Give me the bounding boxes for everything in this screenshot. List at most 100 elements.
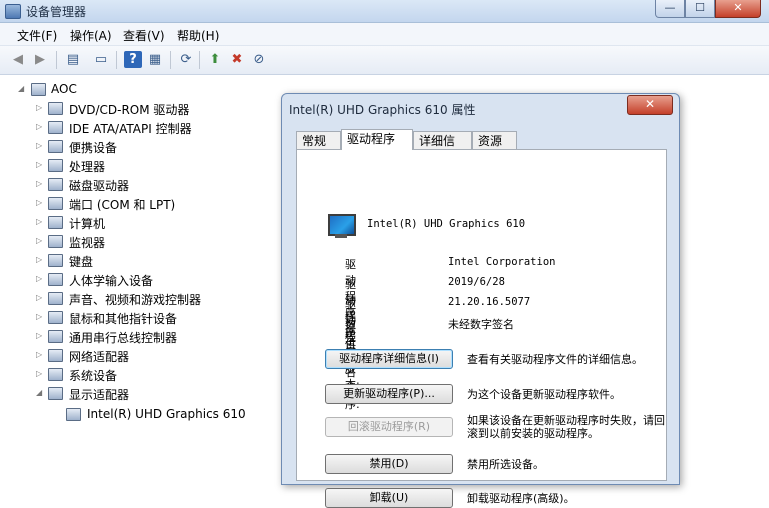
- speaker-icon: [48, 292, 63, 305]
- dvd-drive-icon: [48, 102, 63, 115]
- menu-help[interactable]: 帮助(H): [177, 27, 219, 44]
- display-adapter-icon: [66, 408, 81, 421]
- tab-details[interactable]: 详细信息: [413, 131, 472, 166]
- expand-arrow-icon[interactable]: ▷: [36, 141, 44, 151]
- portable-device-icon: [48, 140, 63, 153]
- tree-item-label: 计算机: [69, 217, 106, 231]
- port-icon: [48, 197, 63, 210]
- window-title: 设备管理器: [26, 5, 87, 19]
- tree-item-label: IDE ATA/ATAPI 控制器: [69, 122, 192, 136]
- expand-arrow-icon[interactable]: ▷: [36, 217, 44, 227]
- tree-item-label: 系统设备: [69, 369, 118, 383]
- tree-root-label: AOC: [51, 82, 77, 96]
- tree-item-label: 鼠标和其他指针设备: [69, 312, 178, 326]
- expand-arrow-icon[interactable]: ▷: [36, 160, 44, 170]
- tab-resources[interactable]: 资源: [472, 131, 517, 149]
- help-icon[interactable]: ?: [124, 51, 142, 68]
- maximize-button[interactable]: ☐: [685, 0, 715, 18]
- expand-arrow-icon[interactable]: ▷: [36, 255, 44, 265]
- properties-dialog: Intel(R) UHD Graphics 610 属性 ✕ 常规 驱动程序 详…: [281, 93, 680, 508]
- hid-icon: [48, 273, 63, 286]
- tree-item-label: 处理器: [69, 160, 106, 174]
- collapse-arrow-icon[interactable]: ◢: [18, 84, 26, 94]
- tree-item-label: 声音、视频和游戏控制器: [69, 293, 202, 307]
- usb-icon: [48, 330, 63, 343]
- scan-hardware-icon[interactable]: ⟳: [177, 51, 195, 68]
- uninstall-button[interactable]: 卸载(U): [325, 488, 453, 508]
- network-adapter-icon: [48, 349, 63, 362]
- rollback-driver-button: 回滚驱动程序(R): [325, 417, 453, 437]
- info-value: Intel Corporation: [448, 256, 556, 268]
- device-tree: ◢ AOC ▷ DVD/CD-ROM 驱动器 ▷ IDE ATA/ATAPI 控…: [0, 75, 280, 468]
- dialog-title: Intel(R) UHD Graphics 610 属性: [289, 103, 476, 117]
- uninstall-icon[interactable]: ✖: [228, 51, 246, 68]
- menu-bar: 文件(F) 操作(A) 查看(V) 帮助(H): [0, 23, 769, 46]
- toolbar-separator: [116, 51, 117, 69]
- update-driver-desc: 为这个设备更新驱动程序软件。: [467, 388, 621, 401]
- processor-icon: [48, 159, 63, 172]
- expand-arrow-icon[interactable]: ▷: [36, 179, 44, 189]
- expand-arrow-icon[interactable]: ▷: [36, 312, 44, 322]
- display-adapter-icon: [328, 214, 356, 236]
- collapse-arrow-icon[interactable]: ◢: [36, 388, 44, 398]
- close-button[interactable]: ✕: [715, 0, 761, 18]
- device-name: Intel(R) UHD Graphics 610: [367, 218, 526, 230]
- tree-item-label: DVD/CD-ROM 驱动器: [69, 103, 190, 117]
- tab-general[interactable]: 常规: [296, 131, 341, 149]
- tree-item-label: 端口 (COM 和 LPT): [69, 198, 176, 212]
- menu-view[interactable]: 查看(V): [123, 27, 165, 44]
- expand-arrow-icon[interactable]: ▷: [36, 122, 44, 132]
- info-value: 2019/6/28: [448, 276, 505, 288]
- disable-device-icon[interactable]: ⊘: [250, 51, 268, 68]
- toolbar-separator: [199, 51, 200, 69]
- tab-driver[interactable]: 驱动程序: [341, 129, 413, 150]
- title-bar: 设备管理器 — ☐ ✕: [0, 0, 769, 23]
- expand-arrow-icon[interactable]: ▷: [36, 236, 44, 246]
- disk-drive-icon: [48, 178, 63, 191]
- tree-item-label: 网络适配器: [69, 350, 130, 364]
- properties-icon[interactable]: ▭: [92, 51, 110, 68]
- keyboard-icon: [48, 254, 63, 267]
- uninstall-desc: 卸载驱动程序(高级)。: [467, 492, 575, 505]
- toolbar-separator: [56, 51, 57, 69]
- expand-arrow-icon[interactable]: ▷: [36, 198, 44, 208]
- disable-desc: 禁用所选设备。: [467, 458, 544, 471]
- expand-arrow-icon[interactable]: ▷: [36, 274, 44, 284]
- show-hide-tree-icon[interactable]: ▤: [64, 51, 82, 68]
- expand-arrow-icon[interactable]: ▷: [36, 103, 44, 113]
- tree-item-label: Intel(R) UHD Graphics 610: [87, 407, 246, 421]
- driver-details-button[interactable]: 驱动程序详细信息(I): [325, 349, 453, 369]
- driver-panel: Intel(R) UHD Graphics 610 驱动程序提供商: Intel…: [296, 149, 667, 508]
- dialog-close-button[interactable]: ✕: [627, 95, 673, 115]
- expand-arrow-icon[interactable]: ▷: [36, 350, 44, 360]
- menu-action[interactable]: 操作(A): [70, 27, 112, 44]
- tree-item-label: 监视器: [69, 236, 106, 250]
- expand-arrow-icon[interactable]: ▷: [36, 369, 44, 379]
- info-value: 未经数字签名: [448, 318, 514, 331]
- toolbar: ◀ ▶ ▤ ▭ ? ▦ ⟳ ⬆ ✖ ⊘: [0, 46, 769, 75]
- info-value: 21.20.16.5077: [448, 296, 531, 308]
- tree-item-label: 通用串行总线控制器: [69, 331, 178, 345]
- driver-details-desc: 查看有关驱动程序文件的详细信息。: [467, 353, 643, 366]
- view-icon[interactable]: ▦: [146, 51, 164, 68]
- disable-button[interactable]: 禁用(D): [325, 454, 453, 474]
- back-icon[interactable]: ◀: [9, 51, 27, 68]
- rollback-driver-desc: 如果该设备在更新驱动程序时失败，请回滚到以前安装的驱动程序。: [467, 414, 665, 440]
- tree-item-label: 人体学输入设备: [69, 274, 154, 288]
- minimize-button[interactable]: —: [655, 0, 685, 18]
- forward-icon[interactable]: ▶: [31, 51, 49, 68]
- mouse-icon: [48, 311, 63, 324]
- update-driver-icon[interactable]: ⬆: [206, 51, 224, 68]
- toolbar-separator: [170, 51, 171, 69]
- monitor-icon: [48, 235, 63, 248]
- system-device-icon: [48, 368, 63, 381]
- ide-controller-icon: [48, 121, 63, 134]
- window-controls: — ☐ ✕: [655, 0, 761, 18]
- tree-item-label: 磁盘驱动器: [69, 179, 130, 193]
- menu-file[interactable]: 文件(F): [17, 27, 57, 44]
- computer-icon: [31, 83, 46, 96]
- expand-arrow-icon[interactable]: ▷: [36, 293, 44, 303]
- expand-arrow-icon[interactable]: ▷: [36, 331, 44, 341]
- update-driver-button[interactable]: 更新驱动程序(P)...: [325, 384, 453, 404]
- tree-item-label: 显示适配器: [69, 388, 130, 402]
